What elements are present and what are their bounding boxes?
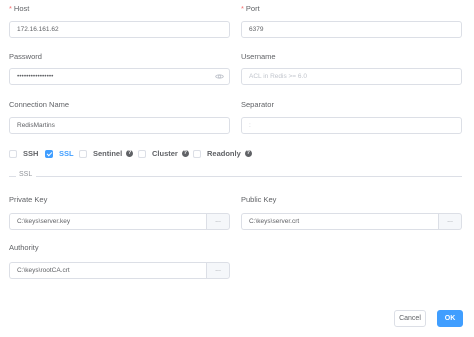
username-input[interactable]: ACL in Redis >= 6.0: [241, 68, 462, 85]
password-label: Password: [9, 52, 42, 61]
private-key-label: Private Key: [9, 195, 48, 204]
sentinel-checkbox-label: Sentinel: [93, 149, 123, 158]
ssh-checkbox[interactable]: SSH: [9, 149, 38, 158]
ok-button[interactable]: OK: [437, 310, 463, 327]
question-circle-icon[interactable]: ?: [181, 150, 189, 157]
separator-value: :: [249, 122, 251, 129]
ssl-checkbox-label: SSL: [59, 149, 74, 158]
required-asterisk: *: [241, 4, 244, 13]
private-key-browse-button[interactable]: ...: [206, 213, 230, 230]
readonly-checkbox-box[interactable]: [193, 149, 201, 158]
readonly-checkbox-label: Readonly: [207, 149, 241, 158]
ssh-checkbox-label: SSH: [23, 149, 39, 158]
port-input[interactable]: 6379: [241, 21, 462, 38]
host-label: * Host: [9, 4, 30, 13]
host-input[interactable]: 172.16.161.62: [9, 21, 230, 38]
ssl-section-title: SSL: [16, 171, 36, 178]
sentinel-checkbox[interactable]: Sentinel ?: [79, 149, 134, 158]
ssl-checkbox-box[interactable]: [45, 149, 53, 158]
required-asterisk: *: [9, 4, 12, 13]
sentinel-checkbox-box[interactable]: [79, 149, 87, 158]
ssh-checkbox-box[interactable]: [9, 149, 17, 158]
connection-name-input[interactable]: RedisMartins: [9, 117, 230, 134]
password-input[interactable]: ••••••••••••••••: [9, 68, 230, 85]
ssl-divider-right: [36, 176, 462, 177]
separator-input[interactable]: :: [241, 117, 462, 134]
authority-label: Authority: [9, 243, 39, 252]
separator-label: Separator: [241, 100, 274, 109]
authority-browse-button[interactable]: ...: [206, 262, 230, 279]
cluster-checkbox[interactable]: Cluster ?: [138, 149, 189, 158]
authority-group: C:\keys\rootCA.crt ...: [9, 262, 230, 279]
question-circle-icon[interactable]: ?: [244, 150, 252, 157]
authority-input[interactable]: C:\keys\rootCA.crt: [9, 262, 206, 279]
public-key-group: C:\keys\server.crt ...: [241, 213, 462, 230]
public-key-browse-button[interactable]: ...: [438, 213, 462, 230]
connection-name-label: Connection Name: [9, 100, 70, 109]
public-key-input[interactable]: C:\keys\server.crt: [241, 213, 438, 230]
port-label: * Port: [241, 4, 260, 13]
username-label: Username: [241, 52, 276, 61]
question-circle-icon[interactable]: ?: [126, 150, 134, 157]
cluster-checkbox-label: Cluster: [152, 149, 178, 158]
username-placeholder: ACL in Redis >= 6.0: [249, 73, 307, 80]
cancel-button[interactable]: Cancel: [394, 310, 426, 327]
cluster-checkbox-box[interactable]: [138, 149, 146, 158]
eye-icon[interactable]: [215, 72, 224, 81]
ssl-checkbox[interactable]: SSL: [45, 149, 74, 158]
private-key-input[interactable]: C:\keys\server.key: [9, 213, 206, 230]
password-value: ••••••••••••••••: [17, 73, 54, 80]
public-key-label: Public Key: [241, 195, 277, 204]
readonly-checkbox[interactable]: Readonly ?: [193, 149, 252, 158]
private-key-group: C:\keys\server.key ...: [9, 213, 230, 230]
